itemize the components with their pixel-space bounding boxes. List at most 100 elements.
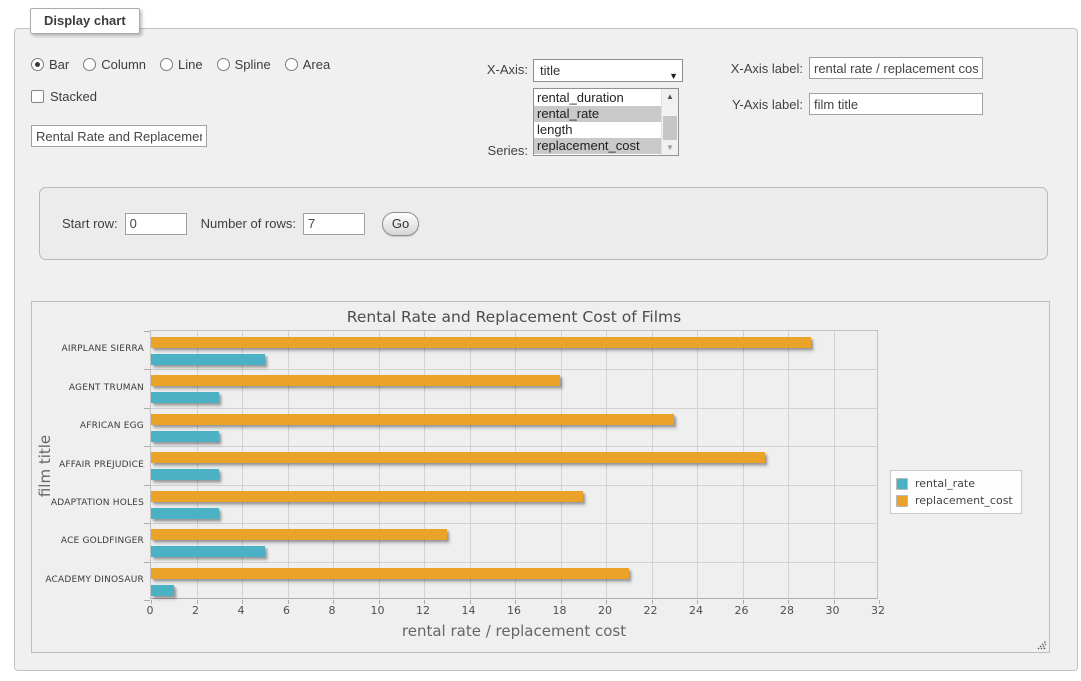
listbox-scrollbar[interactable]: ▲ ▼ (661, 89, 678, 155)
series-option[interactable]: length (534, 122, 661, 138)
bar-rental-rate (151, 469, 219, 480)
category-label: AFRICAN EGG (32, 421, 144, 431)
bar-replacement-cost (151, 529, 447, 540)
radio-icon (31, 58, 44, 71)
bar-rental-rate (151, 392, 219, 403)
series-option[interactable]: replacement_cost (534, 138, 661, 154)
chart-type-label: Bar (49, 57, 69, 72)
series-options: rental_durationrental_ratelengthreplacem… (534, 89, 661, 155)
chart-type-line[interactable]: Line (160, 57, 203, 72)
chart-legend: rental_ratereplacement_cost (890, 470, 1022, 514)
category-label: ACADEMY DINOSAUR (32, 575, 144, 585)
rows-form-panel: Start row: Number of rows: Go (39, 187, 1048, 260)
x-tick-label: 2 (179, 604, 213, 617)
legend-item: replacement_cost (896, 492, 1013, 509)
gridline (606, 331, 607, 598)
x-tick-label: 30 (816, 604, 850, 617)
gridline (515, 331, 516, 598)
gridline (288, 331, 289, 598)
series-option[interactable]: rental_duration (534, 90, 661, 106)
bar-rental-rate (151, 431, 219, 442)
gridline (424, 331, 425, 598)
x-axis-select-label: X-Axis: (411, 62, 528, 77)
x-tick-label: 0 (133, 604, 167, 617)
x-tick-label: 12 (406, 604, 440, 617)
gridline (151, 485, 877, 486)
x-axis-label-label: X-Axis label: (701, 61, 803, 76)
x-tick-label: 24 (679, 604, 713, 617)
scroll-up-icon[interactable]: ▲ (662, 89, 678, 104)
y-axis-label-input[interactable] (809, 93, 983, 115)
chart-type-area[interactable]: Area (285, 57, 330, 72)
category-label: AIRPLANE SIERRA (32, 344, 144, 354)
gridline (834, 331, 835, 598)
gridline (333, 331, 334, 598)
chart-title-input[interactable] (31, 125, 207, 147)
scrollbar-thumb[interactable] (663, 116, 677, 141)
tick-mark (144, 369, 150, 370)
x-axis-selected-value: title (540, 63, 560, 78)
scroll-down-icon[interactable]: ▼ (662, 140, 678, 155)
gridline (151, 408, 877, 409)
y-axis-label-label: Y-Axis label: (701, 97, 803, 112)
x-tick-label: 4 (224, 604, 258, 617)
chart-type-group: Bar Column Line Spline Area (31, 57, 330, 72)
go-button[interactable]: Go (382, 212, 419, 236)
bar-replacement-cost (151, 568, 629, 579)
bar-replacement-cost (151, 337, 811, 348)
series-label: Series: (411, 143, 528, 158)
gridline (561, 331, 562, 598)
num-rows-input[interactable] (303, 213, 365, 235)
gridline (151, 446, 877, 447)
resize-handle-icon[interactable] (1035, 638, 1047, 650)
x-axis-select[interactable]: title ▼ (533, 59, 683, 82)
stacked-label: Stacked (50, 89, 97, 104)
series-option[interactable]: rental_rate (534, 106, 661, 122)
x-axis-title: rental rate / replacement cost (150, 622, 878, 640)
tick-mark (144, 600, 150, 601)
category-label: ADAPTATION HOLES (32, 498, 144, 508)
bar-replacement-cost (151, 414, 674, 425)
radio-icon (83, 58, 96, 71)
x-axis-label-input[interactable] (809, 57, 983, 79)
chart-type-spline[interactable]: Spline (217, 57, 271, 72)
chart-type-label: Column (101, 57, 146, 72)
x-tick-label: 16 (497, 604, 531, 617)
tick-mark (144, 446, 150, 447)
start-row-input[interactable] (125, 213, 187, 235)
tick-mark (144, 562, 150, 563)
chevron-down-icon: ▼ (669, 66, 678, 87)
bar-rental-rate (151, 354, 265, 365)
x-tick-label: 6 (270, 604, 304, 617)
x-tick-label: 22 (634, 604, 668, 617)
chart-plot-area (150, 330, 878, 599)
stacked-checkbox[interactable]: Stacked (31, 89, 97, 104)
tick-mark (144, 408, 150, 409)
category-label: AGENT TRUMAN (32, 383, 144, 393)
series-listbox[interactable]: rental_durationrental_ratelengthreplacem… (533, 88, 679, 156)
category-label: ACE GOLDFINGER (32, 536, 144, 546)
bar-replacement-cost (151, 452, 765, 463)
panel-title: Display chart (30, 8, 140, 34)
chart-type-label: Spline (235, 57, 271, 72)
chart-type-column[interactable]: Column (83, 57, 146, 72)
chart-type-label: Line (178, 57, 203, 72)
bar-replacement-cost (151, 491, 583, 502)
chart-type-bar[interactable]: Bar (31, 57, 69, 72)
gridline (242, 331, 243, 598)
bar-rental-rate (151, 546, 265, 557)
category-label: AFFAIR PREJUDICE (32, 460, 144, 470)
gridline (151, 523, 877, 524)
x-tick-label: 14 (452, 604, 486, 617)
legend-swatch (896, 478, 908, 490)
tick-mark (144, 523, 150, 524)
x-tick-label: 26 (725, 604, 759, 617)
gridline (788, 331, 789, 598)
legend-swatch (896, 495, 908, 507)
page: Display chart Bar Column Line Spline Area St… (0, 0, 1081, 681)
start-row-label: Start row: (62, 216, 118, 231)
x-tick-label: 18 (543, 604, 577, 617)
x-tick-label: 32 (861, 604, 895, 617)
legend-label: replacement_cost (915, 494, 1013, 507)
num-rows-label: Number of rows: (201, 216, 296, 231)
